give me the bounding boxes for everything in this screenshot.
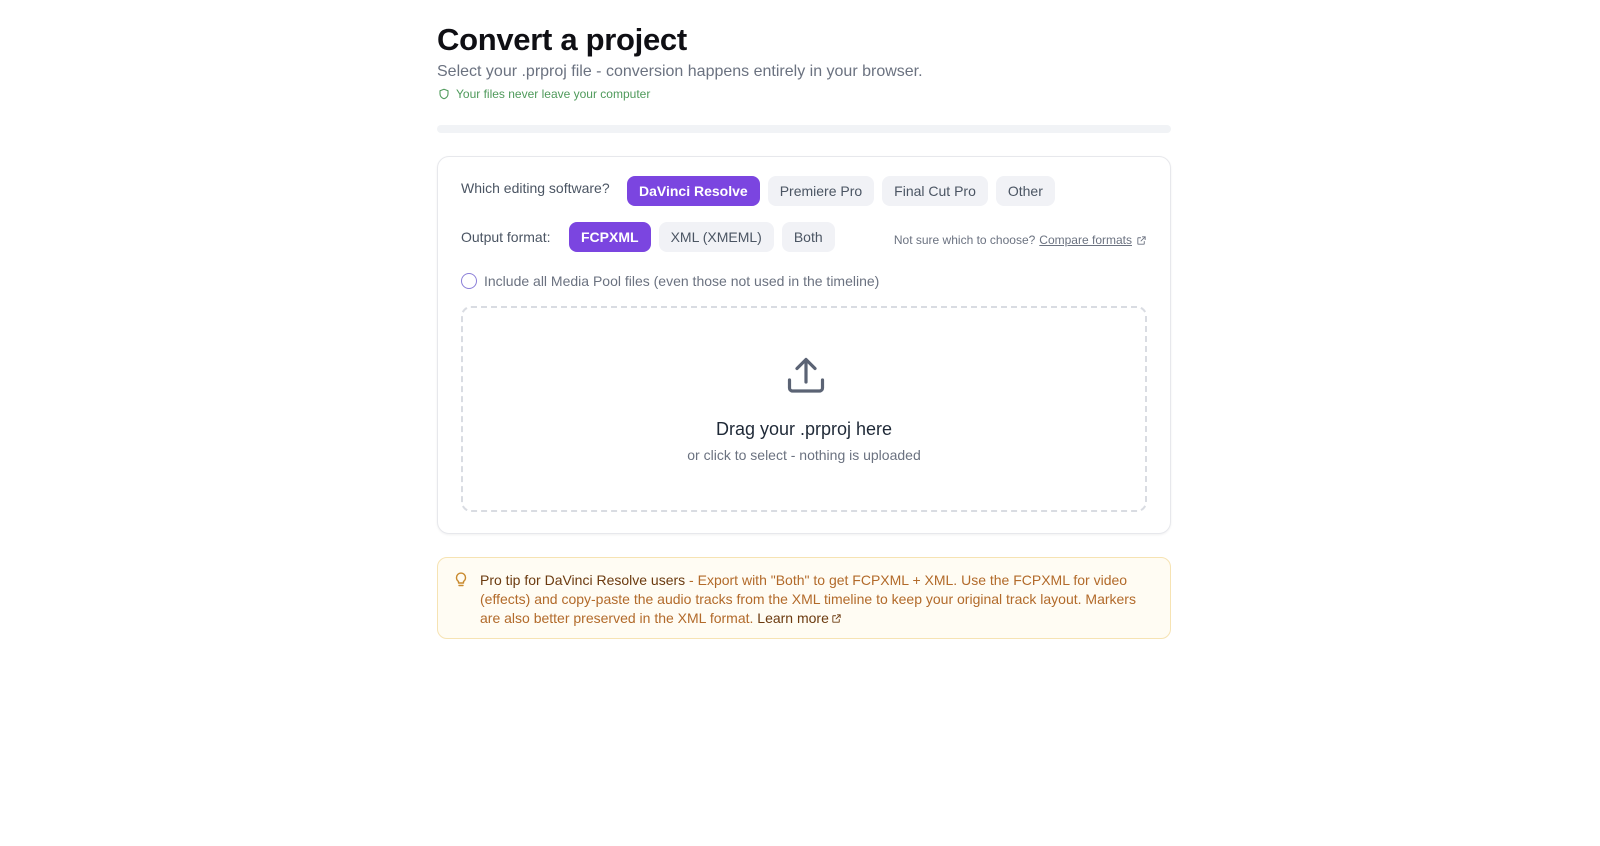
output-format-label: Output format: <box>461 229 551 245</box>
output-format-options: FCPXML XML (XMEML) Both <box>569 222 835 252</box>
software-option-davinci-resolve[interactable]: DaVinci Resolve <box>627 176 760 206</box>
format-option-both[interactable]: Both <box>781 222 835 252</box>
upload-icon <box>787 357 825 393</box>
compare-formats-help: Not sure which to choose? <box>893 233 1036 247</box>
media-pool-label: Include all Media Pool files (even those… <box>484 273 880 289</box>
format-option-fcpxml[interactable]: FCPXML <box>569 222 651 252</box>
privacy-note: Your files never leave your computer <box>438 87 650 101</box>
lightbulb-icon <box>455 572 467 587</box>
media-pool-checkbox[interactable] <box>461 273 477 289</box>
dropzone-subtitle: or click to select - nothing is uploaded <box>687 447 921 463</box>
pro-tip-box: Pro tip for DaVinci Resolve users - Expo… <box>437 557 1171 639</box>
page-subtitle: Select your .prproj file - conversion ha… <box>437 63 923 80</box>
media-pool-option[interactable]: Include all Media Pool files (even those… <box>461 273 879 289</box>
progress-bar <box>437 125 1171 133</box>
shield-icon <box>439 88 449 100</box>
pro-tip-text: Pro tip for DaVinci Resolve users - Expo… <box>480 571 1156 628</box>
format-option-xml-xmeml[interactable]: XML (XMEML) <box>658 222 774 252</box>
software-label: Which editing software? <box>461 180 610 196</box>
software-option-final-cut-pro[interactable]: Final Cut Pro <box>882 176 988 206</box>
external-link-icon <box>1137 235 1146 245</box>
converter-card: Which editing software? DaVinci Resolve … <box>437 156 1171 534</box>
compare-formats-link[interactable]: Compare formats <box>1039 233 1132 247</box>
software-options: DaVinci Resolve Premiere Pro Final Cut P… <box>627 176 1055 206</box>
learn-more-link[interactable]: Learn more <box>757 610 842 626</box>
dropzone-title: Drag your .prproj here <box>715 419 893 439</box>
compare-formats-hint: Not sure which to choose? Compare format… <box>894 233 1147 247</box>
privacy-note-text: Your files never leave your computer <box>456 87 651 101</box>
pro-tip-heading: Pro tip for DaVinci Resolve users <box>480 572 686 588</box>
file-dropzone[interactable]: Drag your .prproj here or click to selec… <box>461 306 1147 512</box>
external-link-icon <box>832 614 841 623</box>
software-option-other[interactable]: Other <box>995 176 1055 206</box>
learn-more-label: Learn more <box>757 610 829 626</box>
software-option-premiere-pro[interactable]: Premiere Pro <box>767 176 875 206</box>
page-title: Convert a project <box>437 22 687 57</box>
